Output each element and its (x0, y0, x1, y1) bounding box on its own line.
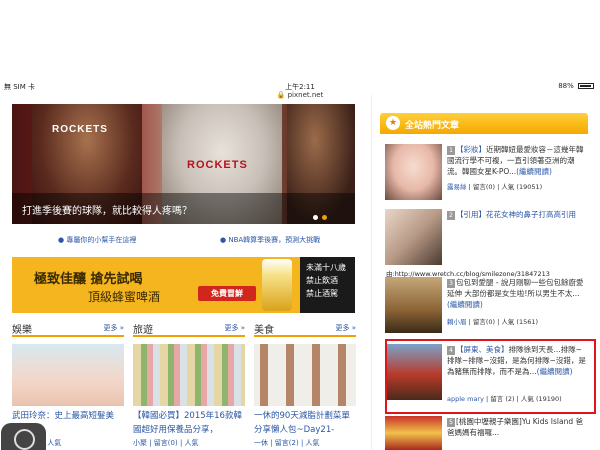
section-header-entertainment: 娛樂 更多 » (12, 321, 124, 337)
hot-article-excerpt: 包包到愛腿 - 說月剛聊一些包包餘廚愛延伸 大部份都是女生啦!所以男生不太... (447, 278, 584, 298)
ad-slogan-primary: 極致佳釀 搶先試喝 (34, 272, 143, 287)
hot-article-title[interactable]: 【彩妝】 (456, 145, 486, 154)
rank-badge: 3 (447, 279, 455, 288)
section-more-link[interactable]: 更多 » (224, 323, 245, 333)
screen: 無 SIM 卡 上午2:11 88% 🔒 pixnet.net ROCKETS … (0, 0, 600, 450)
promo-link-nba[interactable]: ● NBA韓算季後賽，預測大挑戰 (220, 235, 320, 245)
battery-icon (578, 83, 594, 89)
ad-warning: 未滿十八歲 禁止飲酒 禁止酒駕 (300, 257, 355, 313)
section-article-title[interactable]: 【韓國必買】2015年16款韓國超好用保養品分享， (133, 409, 245, 437)
section-title: 娛樂 (12, 325, 32, 336)
hot-article-item[interactable]: 1 【彩妝】近期韓妞最愛妝容－這幾年韓國流行學不可複，一直引領著亞洲的潮流。韓國女… (385, 144, 590, 202)
hot-article-thumbnail[interactable] (385, 277, 442, 333)
hot-icon: ★ (386, 116, 400, 130)
hot-article-title[interactable]: 【引用】 (456, 210, 486, 219)
section-article-meta: 小聚 | 留言(0) | 人氣 (133, 439, 199, 447)
hot-article-meta: 露易絲 | 留言(0) | 人氣 (19051) (447, 183, 543, 191)
promo-link-assistant[interactable]: ● 專屬你的小幫手在這裡 (58, 235, 136, 245)
hero-jersey-text-center: ROCKETS (187, 159, 248, 171)
section-header-travel: 旅遊 更多 » (133, 321, 245, 337)
section-thumbnail[interactable] (133, 344, 245, 406)
hot-article-item[interactable]: 3 包包到愛腿 - 說月剛聊一些包包餘廚愛延伸 大部份都是女生啦!所以男生不太..… (385, 277, 590, 335)
section-article-title[interactable]: 一休的90天減脂計劃菜單分享懶人包~Day21-Day30... (254, 409, 356, 437)
hot-article-text: 3 包包到愛腿 - 說月剛聊一些包包餘廚愛延伸 大部份都是女生啦!所以男生不太..… (447, 277, 587, 310)
assistive-touch-button[interactable] (1, 423, 46, 450)
section-header-food: 美食 更多 » (254, 321, 356, 337)
ad-warning-line: 禁止酒駕 (306, 289, 338, 298)
section-thumbnail[interactable] (254, 344, 356, 406)
hot-article-excerpt[interactable]: 花花女神的鼻子打高高引用 (486, 210, 576, 219)
hero-jersey-text-left: ROCKETS (52, 124, 108, 135)
author-link[interactable]: 賴小眉 (447, 318, 467, 326)
section-title: 美食 (254, 325, 274, 336)
read-more-link[interactable]: (繼續閱讀) (516, 167, 552, 176)
carousel-dots[interactable] (309, 205, 327, 224)
ad-slogan-secondary: 頂級蜂蜜啤酒 (88, 290, 161, 304)
beer-glass-icon (262, 259, 292, 311)
hot-article-thumbnail[interactable] (385, 144, 442, 200)
hot-article-meta: 賴小眉 | 留言(0) | 人氣 (1561) (447, 318, 539, 326)
carousel-dot[interactable] (313, 215, 318, 220)
lock-icon: 🔒 (276, 91, 286, 99)
hot-article-excerpt: [桃園中壢親子樂園]Yu Kids Island 爸爸媽媽有福囉... (447, 417, 583, 437)
carousel-dot-active[interactable] (322, 215, 327, 220)
ad-warning-line: 未滿十八歲 (306, 263, 346, 272)
highlight-box (385, 339, 596, 414)
section-title: 旅遊 (133, 325, 153, 336)
hot-article-item[interactable]: 5 [桃園中壢親子樂園]Yu Kids Island 爸爸媽媽有福囉... (385, 416, 590, 450)
section-more-link[interactable]: 更多 » (335, 323, 356, 333)
rank-badge: 2 (447, 211, 455, 220)
hot-article-text: 1 【彩妝】近期韓妞最愛妝容－這幾年韓國流行學不可複，一直引領著亞洲的潮流。韓國女… (447, 144, 587, 177)
battery-percent: 88% (558, 82, 574, 90)
column-divider (371, 95, 372, 450)
address-bar[interactable]: 🔒 pixnet.net (0, 91, 600, 99)
ad-cta-button[interactable]: 免費冒鮮 (198, 286, 256, 301)
hot-article-item[interactable]: 2 【引用】花花女神的鼻子打高高引用 (385, 209, 590, 267)
section-thumbnail[interactable] (12, 344, 124, 406)
url-text: pixnet.net (287, 91, 324, 99)
battery-indicator: 88% (558, 82, 594, 90)
rank-badge: 5 (447, 418, 455, 427)
hot-article-text: 5 [桃園中壢親子樂園]Yu Kids Island 爸爸媽媽有福囉... (447, 416, 587, 438)
hot-articles-title: 全站熱門文章 (405, 121, 460, 131)
hot-article-thumbnail[interactable] (385, 416, 442, 450)
section-article-meta: 一休 | 留言(2) | 人氣 (254, 439, 320, 447)
ad-warning-line: 禁止飲酒 (306, 276, 338, 285)
beer-ad-banner[interactable]: 極致佳釀 搶先試喝 頂級蜂蜜啤酒 免費冒鮮 未滿十八歲 禁止飲酒 禁止酒駕 (12, 257, 355, 313)
hot-article-text: 2 【引用】花花女神的鼻子打高高引用 (447, 209, 587, 220)
hot-articles-header: ★ 全站熱門文章 (380, 113, 588, 134)
rank-badge: 1 (447, 146, 455, 155)
read-more-link[interactable]: (繼續閱讀) (447, 300, 483, 309)
author-link[interactable]: 露易絲 (447, 183, 467, 191)
hot-article-thumbnail[interactable] (385, 209, 442, 265)
section-more-link[interactable]: 更多 » (103, 323, 124, 333)
hero-caption[interactable]: 打進季後賽的球隊，就比較得人疼嗎？ (12, 193, 355, 224)
